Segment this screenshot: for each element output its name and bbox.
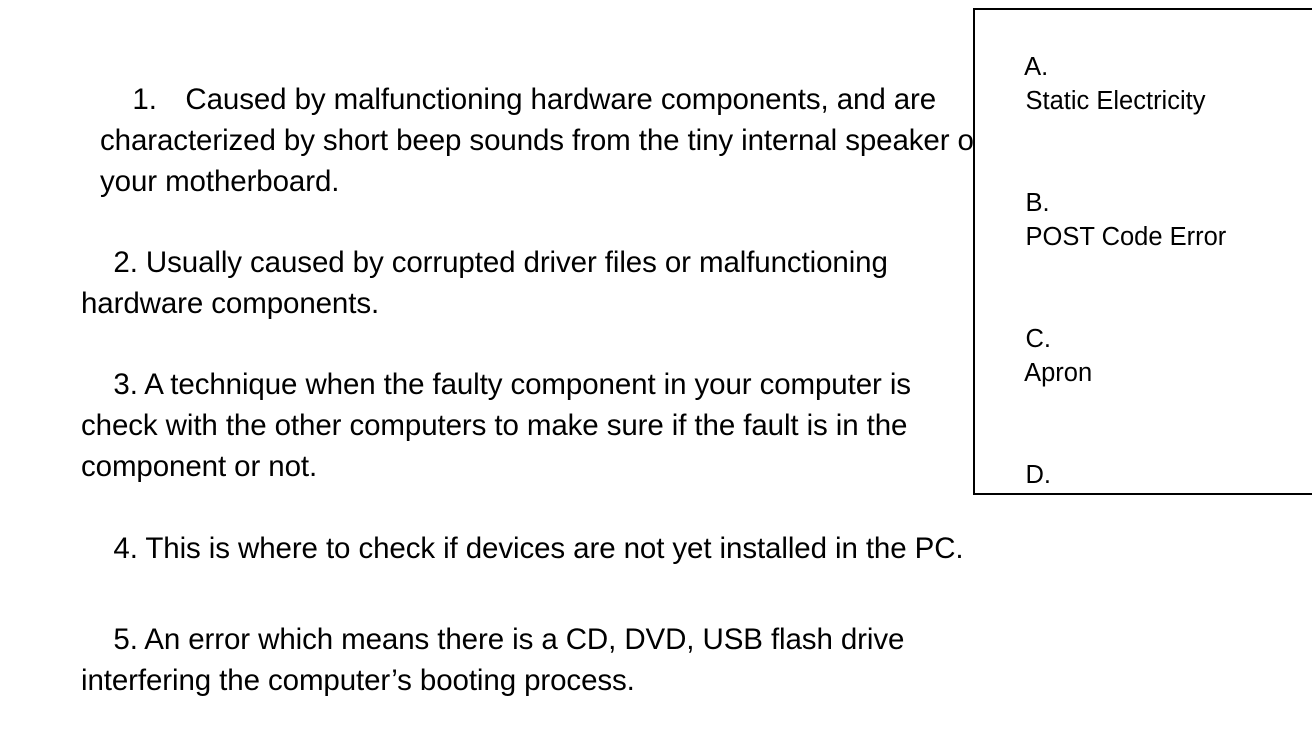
question-text-3: A technique when the faulty component in…: [81, 368, 920, 483]
choice-item-b: B. POST Code Error: [983, 152, 1312, 288]
question-number-2: 2.: [113, 246, 138, 279]
choice-letter-d: D.: [1025, 461, 1052, 489]
choice-label-c: Apron: [1024, 359, 1093, 387]
question-text-2: Usually caused by corrupted driver files…: [81, 246, 896, 320]
choice-label-b: POST Code Error: [1025, 223, 1227, 251]
question-number-3: 3.: [113, 368, 138, 401]
choice-letter-b: B.: [1025, 189, 1050, 217]
question-number-4: 4.: [113, 532, 138, 565]
choice-item-d: D. Non-System Disk: [983, 424, 1312, 493]
question-number-1: 1.: [132, 83, 157, 116]
choice-item-c: C. Apron: [983, 288, 1312, 424]
answer-choices-list: A. Static Electricity B. POST Code Error…: [983, 16, 1312, 493]
questions-column: 1. Caused by malfunctioning hardware comp…: [0, 0, 982, 697]
choice-letter-a: A.: [1024, 53, 1049, 81]
question-item-5: 5. An error which means there is a CD, D…: [47, 578, 941, 742]
question-text-4: This is where to check if devices are no…: [145, 532, 964, 565]
question-text-1: Caused by malfunctioning hardware compon…: [100, 83, 982, 198]
question-text-5: An error which means there is a CD, DVD,…: [81, 623, 913, 697]
choice-letter-c: C.: [1025, 325, 1052, 353]
question-number-5: 5.: [113, 623, 138, 656]
answer-choices-box: A. Static Electricity B. POST Code Error…: [973, 8, 1312, 495]
choice-label-a: Static Electricity: [1025, 87, 1206, 115]
choice-item-a: A. Static Electricity: [983, 16, 1312, 152]
